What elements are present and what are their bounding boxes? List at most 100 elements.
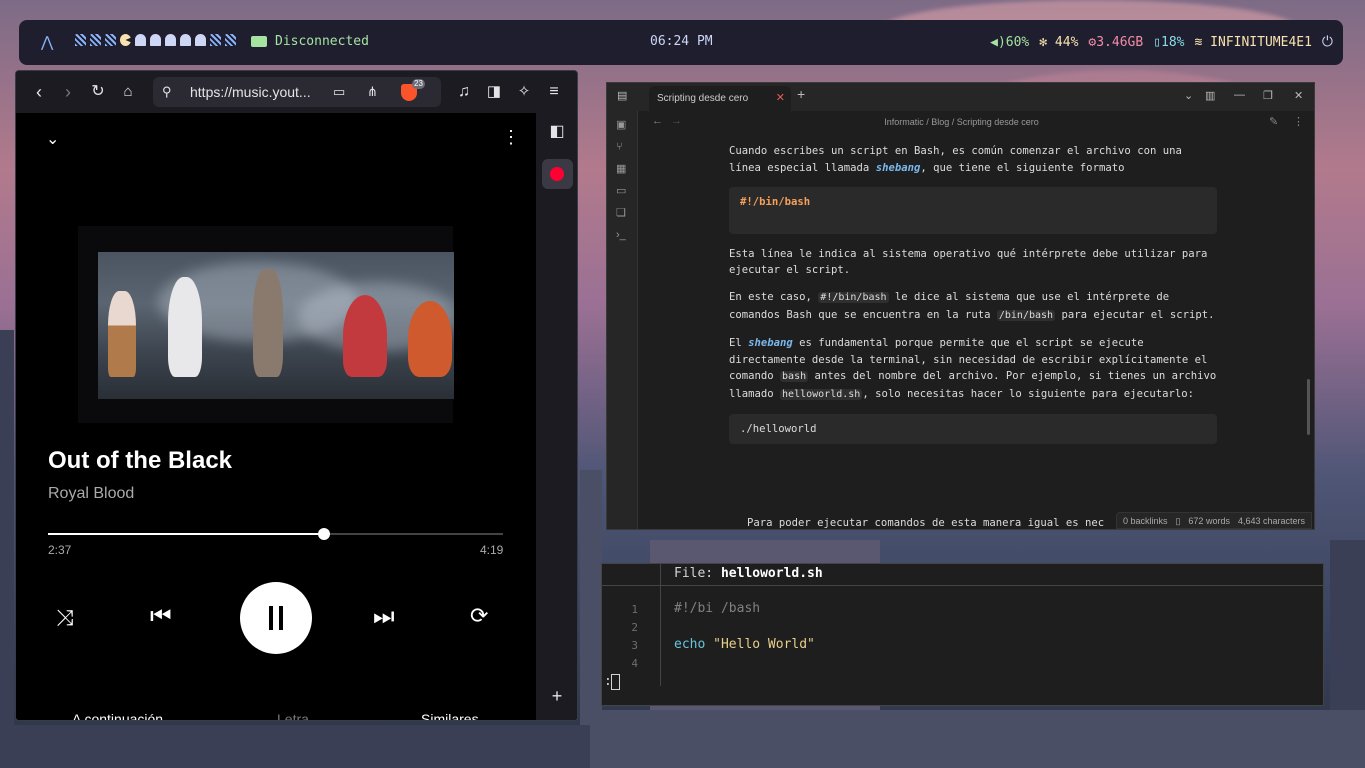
reload-icon[interactable]: ↻ — [87, 81, 109, 103]
terminal-icon[interactable]: ›_ — [616, 229, 628, 241]
close-tab-icon[interactable]: ✕ — [776, 86, 785, 111]
daily-note-icon[interactable]: ▭ — [616, 185, 628, 197]
workspace-11[interactable] — [225, 34, 236, 46]
breadcrumb-item[interactable]: Informatic — [884, 117, 924, 127]
status-bar: 0 backlinks ▯ 672 words 4,643 characters — [1115, 512, 1312, 529]
line-number: 1 — [631, 603, 638, 616]
edit-icon[interactable]: ✎ — [1269, 115, 1278, 128]
tab-lyrics[interactable]: Letra — [277, 711, 309, 720]
vpn-status[interactable]: Disconnected — [251, 34, 369, 49]
workspace-2[interactable] — [90, 34, 101, 46]
back-icon[interactable]: ‹ — [28, 81, 50, 103]
workspace-7[interactable] — [165, 34, 176, 46]
pause-button[interactable] — [240, 582, 312, 654]
cast-icon[interactable]: ▭ — [333, 77, 345, 107]
leo-ai-icon[interactable]: ✧ — [513, 81, 535, 103]
close-window-icon[interactable]: ✕ — [1294, 89, 1303, 102]
note-content[interactable]: Cuando escribes un script en Bash, es co… — [729, 143, 1217, 456]
workspace-8[interactable] — [180, 34, 191, 46]
paragraph: En este caso, #!/bin/bash le dice al sis… — [729, 291, 1215, 321]
progress-knob[interactable] — [317, 528, 330, 540]
file-header: File: helloworld.sh — [674, 566, 823, 581]
more-options-icon[interactable]: ⋮ — [502, 127, 520, 148]
memory-indicator[interactable]: ⚙3.46GB — [1088, 35, 1143, 50]
battery-indicator[interactable]: ▯18% — [1153, 35, 1184, 50]
more-options-icon[interactable]: ⋮ — [1293, 115, 1304, 128]
vpn-status-label: Disconnected — [275, 34, 369, 49]
album-art — [98, 252, 454, 399]
workspace-1[interactable] — [75, 34, 86, 46]
add-panel-icon[interactable]: + — [546, 685, 568, 707]
sidebar-toggle-icon[interactable]: ◨ — [483, 81, 505, 103]
left-sidebar-toggle-icon[interactable]: ▤ — [617, 89, 627, 102]
url-bar[interactable]: ⚲ https://music.yout... ▭ ⋔ 23 — [153, 77, 441, 107]
status-bar: ⋀ Disconnected 06:24 PM ◀)60% ✻ 44% ⚙3.4… — [19, 20, 1343, 65]
maximize-icon[interactable]: ❐ — [1263, 89, 1273, 102]
code-block[interactable]: ./helloworld — [729, 413, 1217, 444]
battery-value: 18% — [1161, 34, 1185, 50]
workspace-9[interactable] — [195, 34, 206, 46]
terminal-window[interactable]: File: helloworld.sh 1 #!/bi /bash 2 3 ec… — [601, 563, 1324, 706]
templates-icon[interactable]: ❏ — [616, 207, 628, 219]
workspace-indicators — [75, 34, 236, 46]
power-icon[interactable]: ⏻ — [1322, 34, 1333, 50]
next-track-icon[interactable]: ⏭ — [373, 603, 395, 631]
code-block[interactable]: #!/bin/bash — [729, 186, 1217, 234]
home-icon[interactable]: ⌂ — [117, 81, 139, 103]
backlinks-count[interactable]: 0 backlinks — [1123, 513, 1168, 528]
repeat-icon[interactable]: ⟳ — [470, 603, 488, 629]
graph-view-icon[interactable]: ⑂ — [616, 141, 628, 153]
paragraph: El shebang es fundamental porque permite… — [729, 336, 1217, 401]
obsidian-ribbon: ▣ ⑂ ▦ ▭ ❏ ›_ — [607, 111, 638, 529]
song-artist[interactable]: Royal Blood — [48, 485, 134, 503]
song-title: Out of the Black — [48, 447, 233, 474]
workspace-10[interactable] — [210, 34, 221, 46]
shuffle-icon[interactable]: ⤨ — [56, 605, 74, 631]
progress-fill — [48, 533, 324, 535]
url-text: https://music.yout... — [190, 84, 311, 100]
media-icon[interactable]: ♫ — [453, 81, 475, 103]
site-settings-icon[interactable]: ⚲ — [162, 85, 176, 99]
file-name: helloworld.sh — [720, 566, 823, 581]
arch-logo-icon[interactable]: ⋀ — [41, 33, 53, 51]
youtube-music-sidebar-button[interactable] — [542, 159, 573, 189]
tab-related[interactable]: Similares — [421, 711, 479, 720]
scrollbar[interactable] — [1307, 379, 1310, 435]
code-line: #!/bi /bash — [674, 601, 761, 616]
browser-toolbar: ‹ › ↻ ⌂ ⚲ https://music.yout... ▭ ⋔ 23 ♫… — [16, 71, 577, 113]
minimize-icon[interactable]: — — [1234, 89, 1245, 101]
tab-scripting-desde-cero[interactable]: Scripting desde cero ✕ — [649, 86, 791, 111]
previous-track-icon[interactable]: ⏮ — [150, 603, 172, 631]
share-icon[interactable]: ⋔ — [367, 77, 378, 107]
cpu-value: 44% — [1054, 34, 1079, 50]
volume-icon: ◀) — [990, 34, 1006, 50]
collapse-chevron-icon[interactable]: ⌄ — [46, 129, 59, 149]
tab-up-next[interactable]: A continuación — [72, 711, 163, 720]
cpu-indicator[interactable]: ✻ 44% — [1039, 35, 1078, 50]
line-number: 4 — [631, 657, 638, 670]
breadcrumb-item[interactable]: Blog — [931, 117, 949, 127]
tab-title: Scripting desde cero — [657, 93, 749, 104]
right-sidebar-toggle-icon[interactable]: ▥ — [1205, 89, 1215, 102]
workspace-5[interactable] — [135, 34, 146, 46]
workspace-6[interactable] — [150, 34, 161, 46]
battery-icon: ▯ — [1153, 34, 1162, 50]
line-number: 3 — [631, 639, 638, 652]
line-number: 2 — [631, 621, 638, 634]
menu-icon[interactable]: ≡ — [543, 81, 565, 103]
workspace-4-active[interactable] — [120, 34, 131, 46]
clock[interactable]: 06:24 PM — [650, 34, 713, 49]
sidebar-panel-icon[interactable]: ◧ — [546, 121, 568, 143]
reading-icon[interactable]: ▯ — [1175, 513, 1180, 528]
canvas-icon[interactable]: ▦ — [616, 163, 628, 175]
tab-list-chevron-icon[interactable]: ⌄ — [1184, 89, 1193, 102]
progress-bar[interactable] — [48, 528, 503, 540]
workspace-3[interactable] — [105, 34, 116, 46]
paragraph-partial: Para poder ejecutar comandos de esta man… — [747, 517, 1105, 529]
volume-indicator[interactable]: ◀)60% — [990, 35, 1029, 50]
breadcrumb-item[interactable]: Scripting desde cero — [957, 117, 1039, 127]
wifi-indicator[interactable]: ≋ INFINITUME4E1 — [1195, 35, 1312, 50]
new-tab-icon[interactable]: + — [797, 86, 805, 102]
forward-icon[interactable]: › — [57, 81, 79, 103]
paragraph: Cuando escribes un script en Bash, es co… — [729, 145, 1182, 174]
